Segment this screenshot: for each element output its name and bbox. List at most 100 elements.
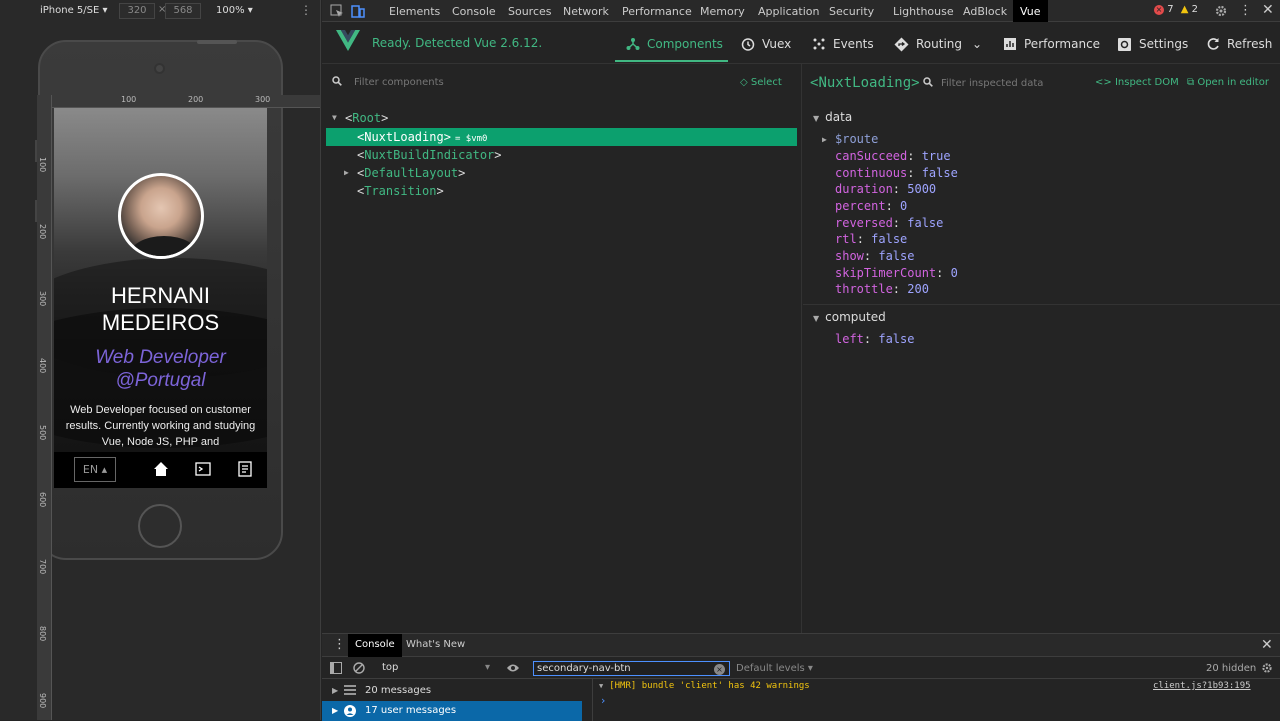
prop-left[interactable]: left: false [835, 331, 914, 348]
tab-whats-new[interactable]: What's New [406, 639, 465, 650]
prop-skip-timer-count[interactable]: skipTimerCount: 0 [835, 265, 958, 282]
component-tree-pane: Filter components ◇ Select ▼ <Root> <Nux… [322, 64, 802, 633]
document-icon[interactable] [237, 461, 253, 477]
tab-performance[interactable]: Performance [622, 5, 692, 18]
device-width-input[interactable]: 320 [119, 3, 155, 19]
tab-memory[interactable]: Memory [700, 5, 745, 18]
vue-logo [336, 30, 360, 51]
data-section-header[interactable]: ▼ data [813, 110, 852, 124]
close-drawer-icon[interactable]: ✕ [1261, 637, 1273, 653]
gear-icon[interactable] [1214, 4, 1228, 18]
external-link-icon: ⧉ [1187, 77, 1195, 88]
computed-section-header[interactable]: ▼ computed [813, 310, 886, 324]
history-icon [741, 37, 755, 51]
home-icon[interactable] [153, 461, 169, 477]
tab-security[interactable]: Security [829, 5, 874, 18]
inspect-dom-button[interactable]: <> Inspect DOM [1095, 77, 1179, 88]
drawer-menu-icon[interactable]: ⋮ [333, 637, 346, 652]
filter-components-input[interactable]: Filter components [332, 76, 444, 89]
nav-settings[interactable]: Settings [1117, 34, 1188, 54]
inspector-pane: <NuxtLoading> Filter inspected data <> I… [803, 64, 1280, 633]
tree-node-nuxt-build-indicator[interactable]: <NuxtBuildIndicator> [326, 146, 797, 164]
nav-events[interactable]: Events [812, 34, 874, 54]
target-icon: ◇ [740, 77, 748, 88]
tree-node-transition[interactable]: <Transition> [326, 182, 797, 200]
console-drawer: ⋮ Console What's New ✕ top ▾ secondary-na… [322, 633, 1280, 721]
source-link[interactable]: client.js?1b93:195 [1153, 679, 1251, 693]
expand-arrow-icon[interactable]: ▶ [822, 131, 827, 148]
console-warning-message[interactable]: ▼ [HMR] bundle 'client' has 42 warnings c… [599, 679, 1280, 695]
log-levels-select[interactable]: Default levels ▾ [736, 663, 813, 674]
collapse-arrow-icon: ▼ [813, 314, 820, 323]
tree-node-default-layout[interactable]: ▶ <DefaultLayout> [326, 164, 797, 182]
caret-down-icon: ▾ [484, 662, 490, 673]
close-devtools-icon[interactable]: ✕ [1262, 2, 1274, 18]
prop-reversed[interactable]: reversed: false [835, 215, 943, 232]
phone-speaker [197, 40, 237, 44]
performance-icon [1004, 38, 1016, 50]
eye-icon[interactable] [506, 663, 520, 673]
site-bio: Web Developer focused on customer result… [65, 404, 256, 448]
site-role: Web Developer @Portugal [95, 347, 226, 391]
prop-show[interactable]: show: false [835, 248, 914, 265]
more-options-icon[interactable]: ⋮ [300, 3, 312, 17]
horizontal-ruler: 100 200 300 [37, 95, 320, 108]
prop-throttle[interactable]: throttle: 200 [835, 281, 929, 298]
nav-refresh[interactable]: Refresh [1206, 34, 1272, 54]
open-in-editor-button[interactable]: ⧉ Open in editor [1187, 77, 1269, 88]
prop-can-succeed[interactable]: canSucceed: true [835, 148, 951, 165]
device-select[interactable]: iPhone 5/SE ▾ [40, 5, 108, 16]
tree-node-nuxt-loading[interactable]: <NuxtLoading> = $vm0 [326, 128, 797, 146]
filter-inspected-data-input[interactable]: Filter inspected data [923, 77, 1043, 90]
error-warning-counter[interactable]: × 7 ▲ 2 [1154, 4, 1198, 15]
collapse-arrow-icon[interactable]: ▼ [332, 109, 337, 127]
console-filter-input[interactable]: secondary-nav-btn [533, 661, 730, 676]
clear-console-icon[interactable] [353, 662, 365, 674]
inspect-element-icon[interactable] [330, 4, 344, 18]
gear-icon[interactable] [1261, 662, 1273, 674]
search-icon [332, 76, 342, 86]
tab-lighthouse[interactable]: Lighthouse [893, 5, 954, 18]
terminal-icon[interactable] [195, 461, 211, 477]
sidebar-toggle-icon[interactable] [330, 662, 342, 674]
tab-adblock[interactable]: AdBlock [963, 5, 1007, 18]
ruler-label: 300 [38, 291, 47, 307]
tab-console[interactable]: Console [452, 5, 496, 18]
nav-vuex[interactable]: Vuex [740, 34, 791, 54]
device-height-input[interactable]: 568 [165, 3, 201, 19]
clear-filter-icon[interactable]: × [714, 664, 725, 675]
device-emulator-panel: iPhone 5/SE ▾ 320 × 568 100% ▾ ⋮ 100 200… [0, 0, 321, 720]
select-component-button[interactable]: ◇ Select [740, 77, 782, 88]
ruler-label: 500 [38, 425, 47, 441]
zoom-select[interactable]: 100% ▾ [216, 5, 253, 16]
expand-arrow-icon[interactable]: ▶ [344, 164, 349, 182]
prop-rtl[interactable]: rtl: false [835, 231, 907, 248]
tab-network[interactable]: Network [563, 5, 609, 18]
ruler-label: 800 [38, 626, 47, 642]
more-icon[interactable]: ⋮ [1239, 3, 1252, 18]
sidebar-item-messages[interactable]: ▶ 20 messages [322, 681, 582, 701]
device-toggle-icon[interactable] [351, 4, 365, 18]
console-prompt[interactable]: › [601, 694, 605, 707]
tab-vue[interactable]: Vue [1013, 0, 1048, 22]
avatar [118, 173, 204, 259]
nav-performance[interactable]: Performance [1003, 34, 1100, 54]
prop-continuous[interactable]: continuous: false [835, 165, 958, 182]
context-select[interactable]: top ▾ [382, 662, 490, 673]
nav-components[interactable]: Components [626, 34, 723, 54]
language-button[interactable]: EN ▴ [74, 457, 116, 482]
tab-application[interactable]: Application [758, 5, 819, 18]
ruler-label: 900 [38, 693, 47, 709]
prop-percent[interactable]: percent: 0 [835, 198, 907, 215]
sidebar-item-user-messages[interactable]: ▶ 17 user messages [322, 701, 582, 721]
site-name: HERNANI MEDEIROS [101, 283, 220, 335]
tab-console-drawer[interactable]: Console [348, 634, 402, 657]
prop-duration[interactable]: duration: 5000 [835, 181, 936, 198]
tab-sources[interactable]: Sources [508, 5, 552, 18]
tab-elements[interactable]: Elements [389, 5, 440, 18]
routing-icon [894, 37, 909, 51]
nav-routing[interactable]: Routing ⌄ [894, 34, 982, 54]
prop-route[interactable]: ▶ $route [822, 131, 878, 148]
drawer-tab-bar: ⋮ Console What's New ✕ [322, 634, 1280, 657]
tree-node-root[interactable]: ▼ <Root> [326, 109, 797, 127]
